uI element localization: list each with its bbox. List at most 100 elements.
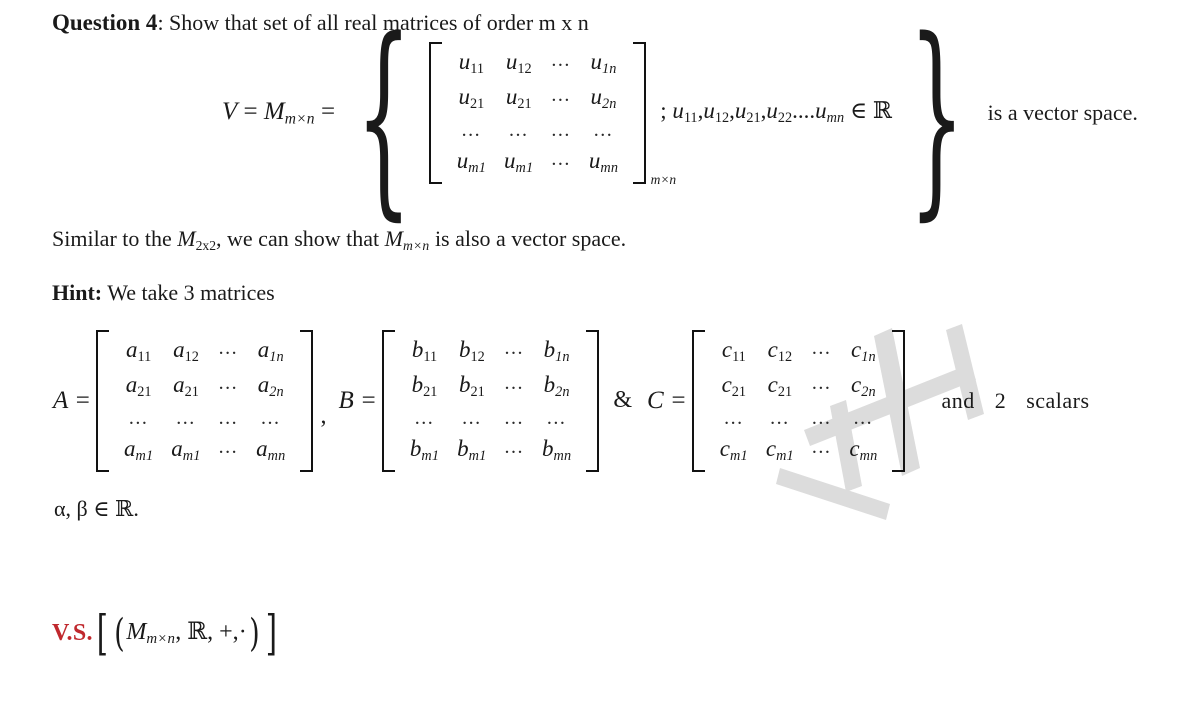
scalars-membership: ∈ [87, 496, 116, 521]
condition-term: u [766, 98, 778, 124]
similar-statement: Similar to the M2x2, we can show that Mm… [52, 226, 626, 253]
vs-symbol-M-subscript: m×n [146, 631, 176, 648]
matrix-cell: am1 [123, 435, 154, 464]
matrix-cell-ellipsis: ... [811, 435, 832, 458]
document-page: Question 4: Show that set of all real ma… [0, 0, 1177, 709]
symbol-M-subscript: m×n [284, 110, 315, 128]
matrix-cell-ellipsis: ... [504, 406, 524, 429]
matrix-cell-ellipsis: ... [504, 371, 524, 394]
matrix-U-dimension-subscript: m×n [650, 171, 677, 187]
matrix-cell: um1 [504, 147, 534, 176]
vs-dot-op: · [238, 619, 247, 646]
condition-term: u [703, 98, 715, 124]
vs-close-paren: ) [248, 610, 260, 655]
matrix-B: b11 b12 ... b1n b21 b21 ... b2n ... ... … [381, 330, 600, 472]
matrix-A-left-bracket [95, 330, 109, 472]
matrix-cell: cm1 [719, 435, 748, 464]
matrix-A-label: A = [53, 386, 91, 414]
similar-part3: is also a vector space. [429, 226, 627, 251]
matrix-cell-ellipsis: ... [551, 118, 571, 141]
matrix-cell: c21 [721, 371, 747, 400]
matrix-cell-ellipsis: ... [551, 49, 571, 71]
scalars-real-set: ℝ [115, 497, 134, 522]
matrix-cell: u1n [590, 49, 617, 77]
matrix-cell: b2n [543, 371, 570, 400]
matrix-cell: am1 [171, 435, 201, 464]
matrix-cell-ellipsis: ... [593, 118, 614, 141]
matrix-cell-ellipsis: ... [551, 83, 571, 106]
membership-symbol: ∈ [850, 98, 868, 124]
matrix-cell: u12 [505, 49, 532, 77]
matrix-B-grid: b11 b12 ... b1n b21 b21 ... b2n ... ... … [395, 330, 586, 472]
matrix-B-left-bracket [381, 330, 395, 472]
vs-symbol-M: M [126, 619, 147, 646]
scalars-declaration: α, β ∈ ℝ. [54, 496, 139, 522]
matrix-cell: amn [256, 435, 286, 464]
matrix-cell-ellipsis: ... [508, 118, 529, 141]
symbol-M: M [263, 97, 285, 125]
matrix-cell: c1n [850, 337, 876, 365]
matrix-cell-ellipsis: ... [811, 337, 832, 359]
matrix-cell: b12 [458, 337, 485, 365]
matrix-cell-ellipsis: ... [724, 406, 744, 429]
similar-symbol-M1-subscript: 2x2 [195, 237, 217, 253]
scalars-period: . [133, 496, 139, 521]
matrix-cell: b11 [411, 337, 438, 365]
matrix-cell: b21 [411, 371, 438, 400]
similar-part1: Similar to the [52, 226, 178, 251]
matrix-cell-ellipsis: ... [811, 371, 832, 394]
alpha-symbol: α [54, 496, 66, 521]
matrix-cell-ellipsis: ... [461, 118, 482, 141]
matrix-A-right-bracket [300, 330, 314, 472]
vs-tuple: Mm×n, ℝ, +,· [126, 618, 246, 648]
matrix-cell: c2n [850, 371, 876, 400]
matrix-cell-ellipsis: ... [551, 147, 571, 170]
question-label: Question 4 [52, 10, 158, 35]
definition-condition: ; u11,u12,u21,u22....umn ∈ ℝ [660, 98, 893, 127]
matrix-A-grid: a11 a12 ... a1n a21 a21 ... a2n ... ... … [109, 330, 300, 472]
tail-and: and [941, 387, 975, 413]
matrix-cell: umn [588, 147, 619, 176]
vs-close-bracket: ] [265, 605, 277, 661]
matrix-cell: a1n [257, 337, 284, 365]
condition-term: u [815, 98, 827, 124]
matrix-C-left-bracket [691, 330, 705, 472]
matrix-cell-ellipsis: ... [176, 406, 196, 429]
vector-space-notation: V.S. [ ( Mm×n, ℝ, +,· ) ] [52, 605, 280, 661]
matrix-cell: c11 [721, 337, 746, 365]
symbol-V: V [222, 97, 238, 125]
matrix-cell-ellipsis: ... [218, 371, 239, 394]
vector-space-definition: V = Mm×n = { u11 u12 ... u1n u21 u21 ...… [222, 0, 1138, 239]
matrix-cell-ellipsis: ... [261, 406, 281, 429]
matrix-cell: a12 [173, 337, 199, 365]
matrix-cell: bmn [542, 435, 572, 464]
matrix-cell: u2n [590, 83, 617, 112]
matrix-B-right-bracket [586, 330, 600, 472]
matrix-cell-ellipsis: ... [218, 406, 239, 429]
matrix-cell: a21 [173, 371, 199, 400]
definition-lead: V = Mm×n = [222, 98, 335, 128]
vs-plus-op: +, [219, 619, 239, 646]
matrix-cell-ellipsis: ... [504, 435, 524, 458]
tail-scalars: scalars [1026, 387, 1090, 413]
matrix-B-label: B = [338, 386, 377, 414]
vs-comma-2: , [207, 619, 220, 646]
vs-real-set: ℝ [187, 617, 208, 646]
matrix-cell-ellipsis: ... [414, 406, 435, 429]
matrix-cell-ellipsis: ... [462, 406, 482, 429]
real-numbers-symbol: ℝ [872, 98, 893, 125]
matrix-cell-ellipsis: ... [853, 406, 874, 429]
matrix-U-left-bracket [428, 42, 442, 184]
hint-line: Hint: We take 3 matrices [52, 280, 275, 305]
scalars-comma: , [65, 496, 77, 521]
matrix-separator-comma: , [320, 402, 327, 429]
matrices-tail-text: and 2 scalars [905, 388, 1099, 414]
matrix-A: a11 a12 ... a1n a21 a21 ... a2n ... ... … [95, 330, 314, 472]
matrix-cell: cmn [849, 435, 878, 464]
equals-1: = [237, 97, 264, 125]
matrix-C-right-bracket [892, 330, 906, 472]
matrix-cell-ellipsis: ... [546, 406, 567, 429]
beta-symbol: β [76, 496, 88, 521]
matrix-cell-ellipsis: ... [811, 406, 832, 429]
matrix-cell-ellipsis: ... [770, 406, 790, 429]
